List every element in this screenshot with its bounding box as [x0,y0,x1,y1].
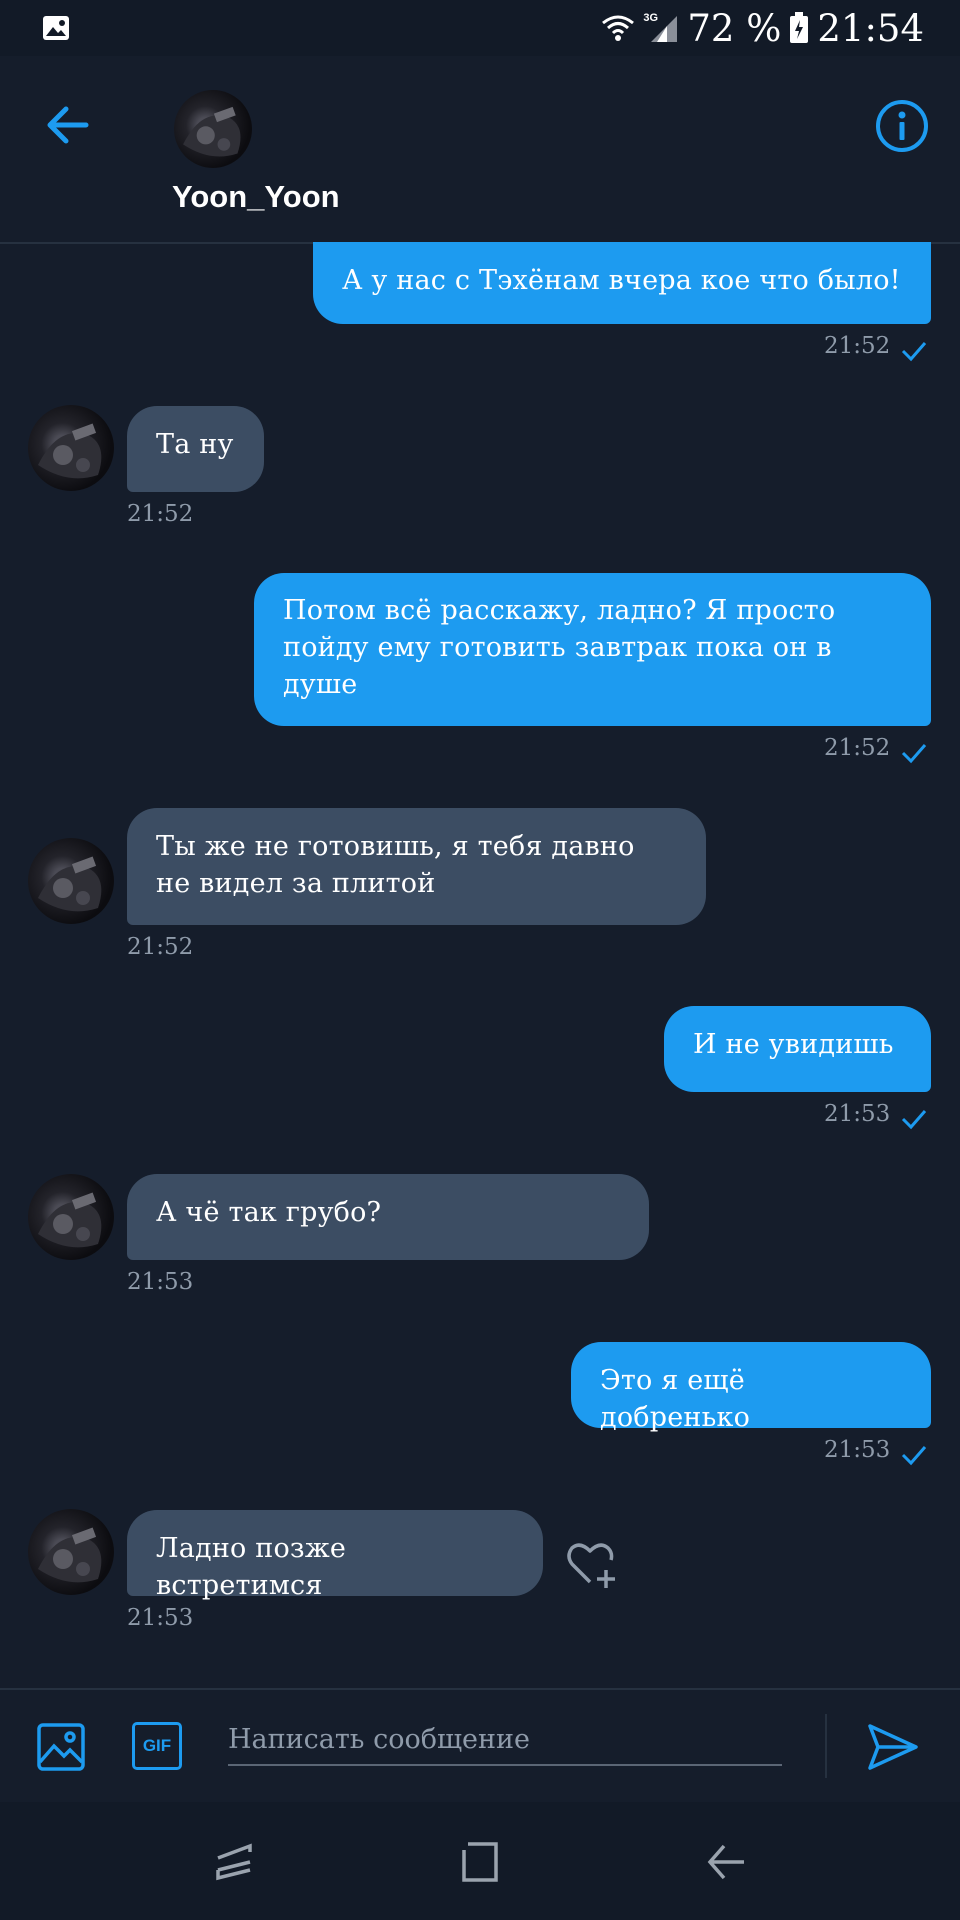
status-clock: 21:54 [817,6,924,50]
image-icon[interactable] [36,1722,86,1772]
wifi-icon [602,15,635,41]
message-line: Потом всё расскажу, ладно? Я просто [283,595,836,626]
contact-avatar[interactable] [174,90,252,168]
heart-plus-icon[interactable] [564,1538,620,1590]
message-text: Ладно позже встретимся [156,1533,347,1601]
sender-avatar[interactable] [28,838,114,924]
message-time: 21:53 [824,1437,891,1463]
incoming-message[interactable]: А чё так грубо? [127,1174,649,1260]
message-composer: GIF Написать сообщение [0,1688,960,1804]
sender-avatar[interactable] [28,1509,114,1595]
back-nav-icon[interactable] [704,1840,748,1884]
composer-divider [825,1714,827,1778]
sender-avatar[interactable] [28,405,114,491]
send-icon[interactable] [866,1720,920,1774]
sent-check-icon [901,342,927,362]
gallery-notification-icon [43,16,69,40]
system-nav-bar [0,1802,960,1920]
message-time: 21:52 [127,934,194,960]
message-time: 21:52 [127,501,194,527]
sent-check-icon [901,1110,927,1130]
message-time: 21:52 [824,735,891,761]
arrow-left-icon[interactable] [42,100,92,150]
sender-avatar[interactable] [28,1174,114,1260]
message-text: Та ну [156,429,234,460]
gif-button[interactable]: GIF [132,1722,182,1770]
message-time: 21:53 [824,1101,891,1127]
home-icon[interactable] [458,1840,502,1884]
battery-percent: 72 % [687,6,782,50]
recent-apps-icon[interactable] [212,1840,256,1884]
message-time: 21:53 [127,1605,194,1631]
conversation-header: Yoon_Yoon [0,56,960,244]
sent-check-icon [901,744,927,764]
message-text: Это я ещё добренько [600,1365,751,1433]
incoming-message[interactable]: Та ну [127,406,264,492]
battery-icon [790,12,809,43]
incoming-message[interactable]: Ладно позже встретимся [127,1510,543,1601]
message-line: душе [283,669,358,700]
message-time: 21:52 [824,333,891,359]
info-icon[interactable] [874,98,930,154]
message-line: Ты же не готовишь, я тебя давно [156,831,635,862]
message-line: не видел за плитой [156,868,436,899]
message-time: 21:53 [127,1269,194,1295]
outgoing-message[interactable]: А у нас с Тэхёнам вчера кое что было! [313,242,931,324]
message-text: А чё так грубо? [156,1197,382,1228]
message-text: И не увидишь [693,1029,894,1060]
gif-label: GIF [142,1736,172,1755]
status-bar: 3G 72 % 21:54 [0,0,960,56]
incoming-message[interactable]: Ты же не готовишь, я тебя давно не видел… [127,808,706,925]
cellular-signal-icon: 3G [643,12,679,44]
sent-check-icon [901,1446,927,1466]
message-text: А у нас с Тэхёнам вчера кое что было! [342,265,901,296]
outgoing-message[interactable]: Потом всё расскажу, ладно? Я просто пойд… [254,573,931,726]
outgoing-message[interactable]: Это я ещё добренько [571,1342,931,1433]
contact-name[interactable]: Yoon_Yoon [172,179,340,215]
outgoing-message[interactable]: И не увидишь [664,1006,931,1092]
message-input[interactable]: Написать сообщение [228,1716,782,1766]
message-line: пойду ему готовить завтрак пока он в [283,632,832,663]
